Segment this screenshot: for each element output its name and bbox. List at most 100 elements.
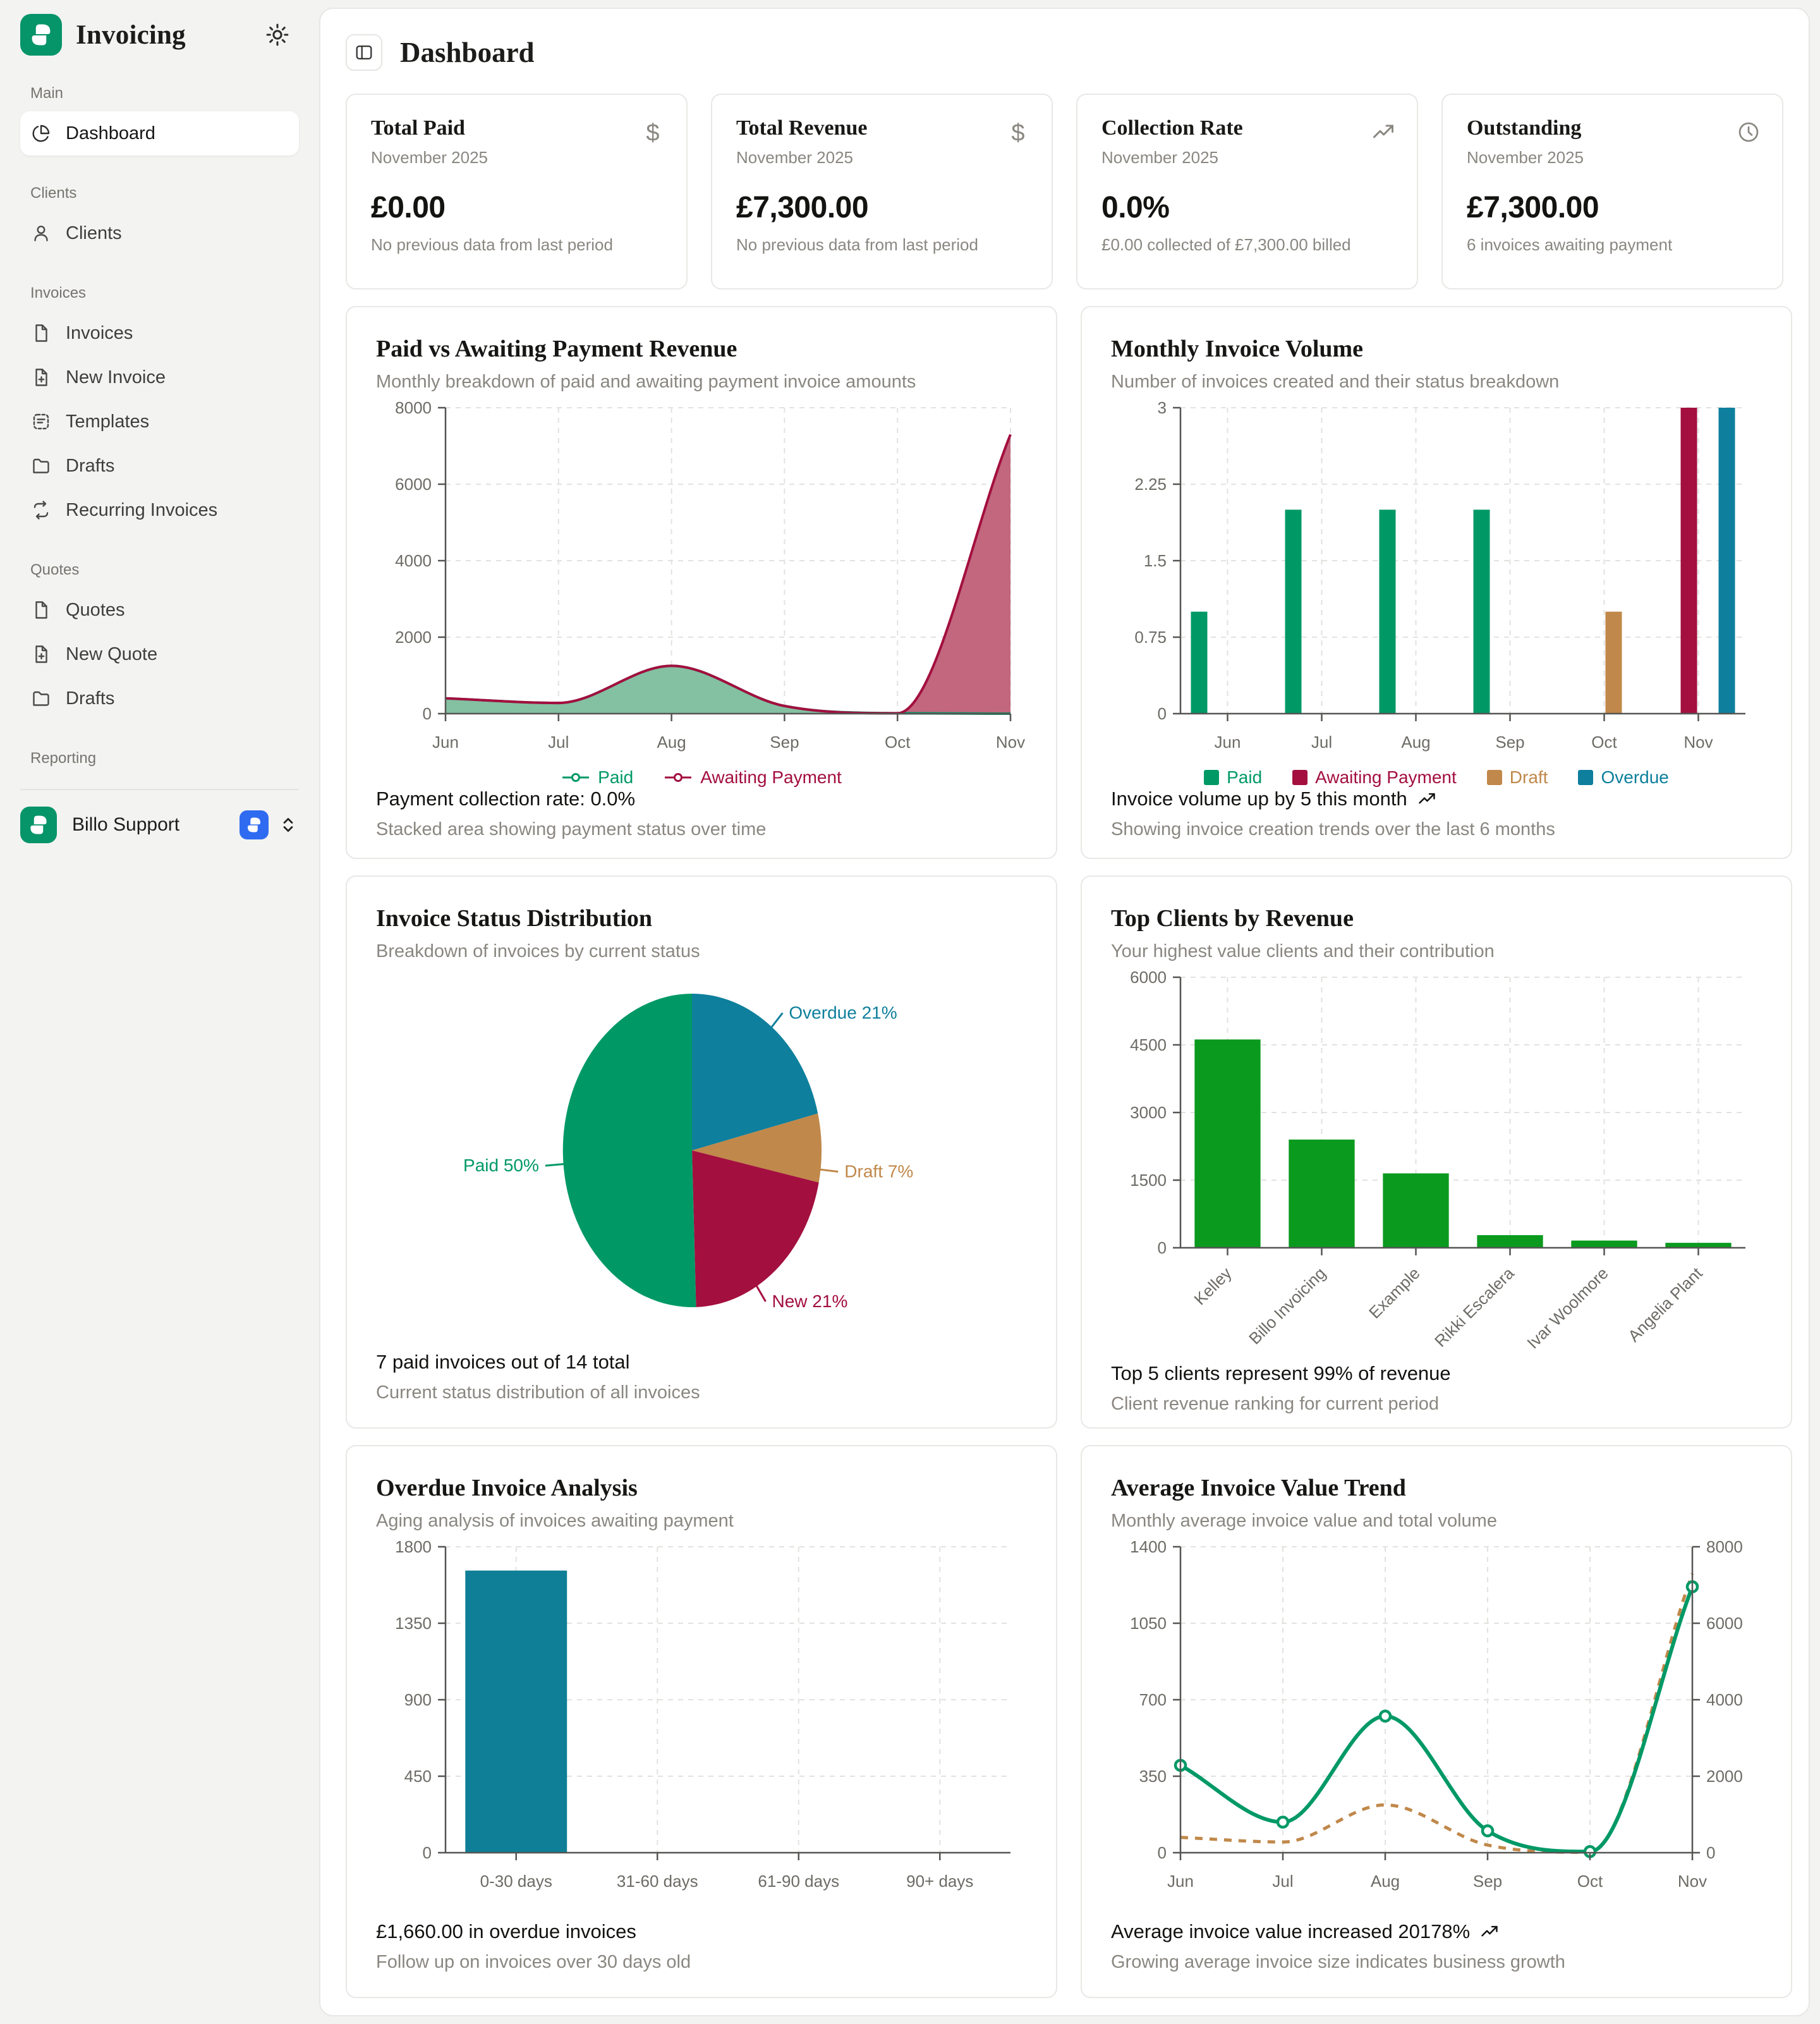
svg-text:0: 0	[1158, 1843, 1167, 1862]
svg-text:1500: 1500	[1130, 1171, 1167, 1190]
svg-text:Nov: Nov	[1678, 1872, 1707, 1891]
svg-text:31-60 days: 31-60 days	[617, 1872, 698, 1891]
stat-value: £0.00	[371, 190, 662, 225]
svg-text:Paid 50%: Paid 50%	[463, 1155, 539, 1175]
svg-text:350: 350	[1139, 1767, 1167, 1786]
svg-text:Rikki Escalera: Rikki Escalera	[1431, 1264, 1518, 1351]
template-icon	[30, 411, 52, 432]
stats-grid: Total Paid November 2025 £0.00 No previo…	[346, 94, 1783, 290]
sidebar-section-clients: Clients	[30, 185, 299, 202]
sidebar-item-clients[interactable]: Clients	[20, 211, 299, 255]
svg-text:Sep: Sep	[1473, 1872, 1502, 1891]
trend-up-icon	[1480, 1922, 1499, 1941]
svg-text:Jul: Jul	[1272, 1872, 1293, 1891]
svg-text:6000: 6000	[1706, 1614, 1743, 1633]
sidebar-section-reporting: Reporting	[30, 750, 299, 767]
svg-text:0: 0	[1158, 704, 1167, 723]
page-title: Dashboard	[400, 36, 535, 69]
repeat-icon	[30, 499, 52, 521]
sidebar-item-quotes[interactable]: Quotes	[20, 588, 299, 632]
sidebar-item-templates[interactable]: Templates	[20, 399, 299, 444]
svg-text:0: 0	[1158, 1238, 1167, 1257]
svg-text:0.75: 0.75	[1134, 628, 1167, 647]
chevrons-up-down-icon	[277, 814, 299, 836]
svg-text:4000: 4000	[1706, 1690, 1743, 1709]
sidebar-section-invoices: Invoices	[30, 284, 299, 302]
svg-text:1800: 1800	[395, 1537, 432, 1556]
chart-legend: PaidAwaiting PaymentDraftOverdue	[1111, 767, 1762, 788]
sidebar-item-invoices[interactable]: Invoices	[20, 311, 299, 355]
svg-text:6000: 6000	[1130, 968, 1167, 987]
svg-text:0: 0	[1706, 1843, 1715, 1862]
file-icon	[30, 599, 52, 621]
sidebar-item-dashboard[interactable]: Dashboard	[20, 111, 299, 155]
svg-text:Draft 7%: Draft 7%	[844, 1162, 913, 1181]
sidebar-item-new-invoice[interactable]: New Invoice	[20, 355, 299, 399]
svg-text:Oct: Oct	[1591, 733, 1617, 752]
sidebar: Invoicing Main Dashboard Clients Clients…	[0, 0, 319, 2024]
folder-icon	[30, 455, 52, 477]
divider	[20, 789, 299, 790]
svg-text:700: 700	[1139, 1690, 1167, 1709]
svg-text:Overdue 21%: Overdue 21%	[789, 1003, 897, 1023]
sun-icon[interactable]	[264, 21, 291, 49]
svg-text:0: 0	[423, 1843, 432, 1862]
chart-card-paid-vs-awaiting: Paid vs Awaiting Payment Revenue Monthly…	[346, 306, 1057, 859]
brand-row: Invoicing	[20, 14, 299, 56]
svg-text:$: $	[1011, 120, 1024, 144]
svg-text:450: 450	[404, 1767, 432, 1786]
sidebar-section-main: Main	[30, 85, 299, 102]
sidebar-section-quotes: Quotes	[30, 561, 299, 579]
svg-text:900: 900	[404, 1690, 432, 1709]
svg-text:New 21%: New 21%	[772, 1291, 848, 1311]
stat-card-outstanding: Outstanding November 2025 £7,300.00 6 in…	[1441, 94, 1783, 290]
svg-text:2000: 2000	[1706, 1767, 1743, 1786]
user-name: Billo Support	[72, 814, 240, 836]
svg-text:Jun: Jun	[1167, 1872, 1194, 1891]
svg-text:90+ days: 90+ days	[906, 1872, 973, 1891]
trend-up-icon	[1417, 789, 1436, 808]
charts-grid: Paid vs Awaiting Payment Revenue Monthly…	[346, 306, 1783, 1998]
svg-text:1350: 1350	[395, 1614, 432, 1633]
pie-chart-icon	[30, 123, 52, 144]
svg-text:Sep: Sep	[1495, 733, 1524, 752]
clock-icon	[1737, 120, 1761, 144]
svg-text:8000: 8000	[395, 398, 432, 417]
svg-text:4500: 4500	[1130, 1035, 1167, 1054]
svg-text:Aug: Aug	[1401, 733, 1430, 752]
sidebar-item-quote-drafts[interactable]: Drafts	[20, 676, 299, 721]
svg-text:Oct: Oct	[1577, 1872, 1603, 1891]
dual-line-chart: 03507001050140002000400060008000JunJulAu…	[1111, 1537, 1762, 1906]
sidebar-item-recurring-invoices[interactable]: Recurring Invoices	[20, 488, 299, 532]
stat-card-collection-rate: Collection Rate November 2025 0.0% £0.00…	[1076, 94, 1418, 290]
billo-leaf-icon	[240, 810, 269, 839]
bar-chart: 0450900135018000-30 days31-60 days61-90 …	[376, 1537, 1027, 1906]
svg-text:Kelley: Kelley	[1190, 1264, 1235, 1308]
svg-text:Jul: Jul	[548, 733, 569, 752]
svg-text:Aug: Aug	[1371, 1872, 1400, 1891]
svg-text:3000: 3000	[1130, 1103, 1167, 1122]
chart-card-avg-invoice-value: Average Invoice Value Trend Monthly aver…	[1081, 1445, 1792, 1998]
svg-text:4000: 4000	[395, 551, 432, 570]
chart-card-monthly-invoice-volume: Monthly Invoice Volume Number of invoice…	[1081, 306, 1792, 859]
svg-text:6000: 6000	[395, 475, 432, 494]
sidebar-item-drafts[interactable]: Drafts	[20, 444, 299, 488]
billo-leaf-icon	[20, 14, 62, 56]
svg-text:Nov: Nov	[1684, 733, 1713, 752]
sidebar-toggle-button[interactable]	[346, 34, 382, 71]
folder-icon	[30, 688, 52, 709]
pie-chart: Overdue 21% Draft 7% New 21% Paid 50%	[376, 967, 1027, 1343]
main-panel: Dashboard Total Paid November 2025 £0.00…	[319, 8, 1810, 2016]
svg-text:Aug: Aug	[657, 733, 686, 752]
svg-text:Sep: Sep	[770, 733, 799, 752]
svg-text:Jun: Jun	[432, 733, 459, 752]
dollar-icon: $	[1006, 120, 1030, 144]
svg-text:61-90 days: 61-90 days	[758, 1872, 839, 1891]
stat-card-total-paid: Total Paid November 2025 £0.00 No previo…	[346, 94, 688, 290]
file-plus-icon	[30, 367, 52, 388]
svg-text:2.25: 2.25	[1134, 475, 1167, 494]
svg-text:$: $	[646, 120, 659, 144]
svg-text:1050: 1050	[1130, 1614, 1167, 1633]
user-switcher[interactable]: Billo Support	[20, 807, 299, 843]
sidebar-item-new-quote[interactable]: New Quote	[20, 632, 299, 676]
